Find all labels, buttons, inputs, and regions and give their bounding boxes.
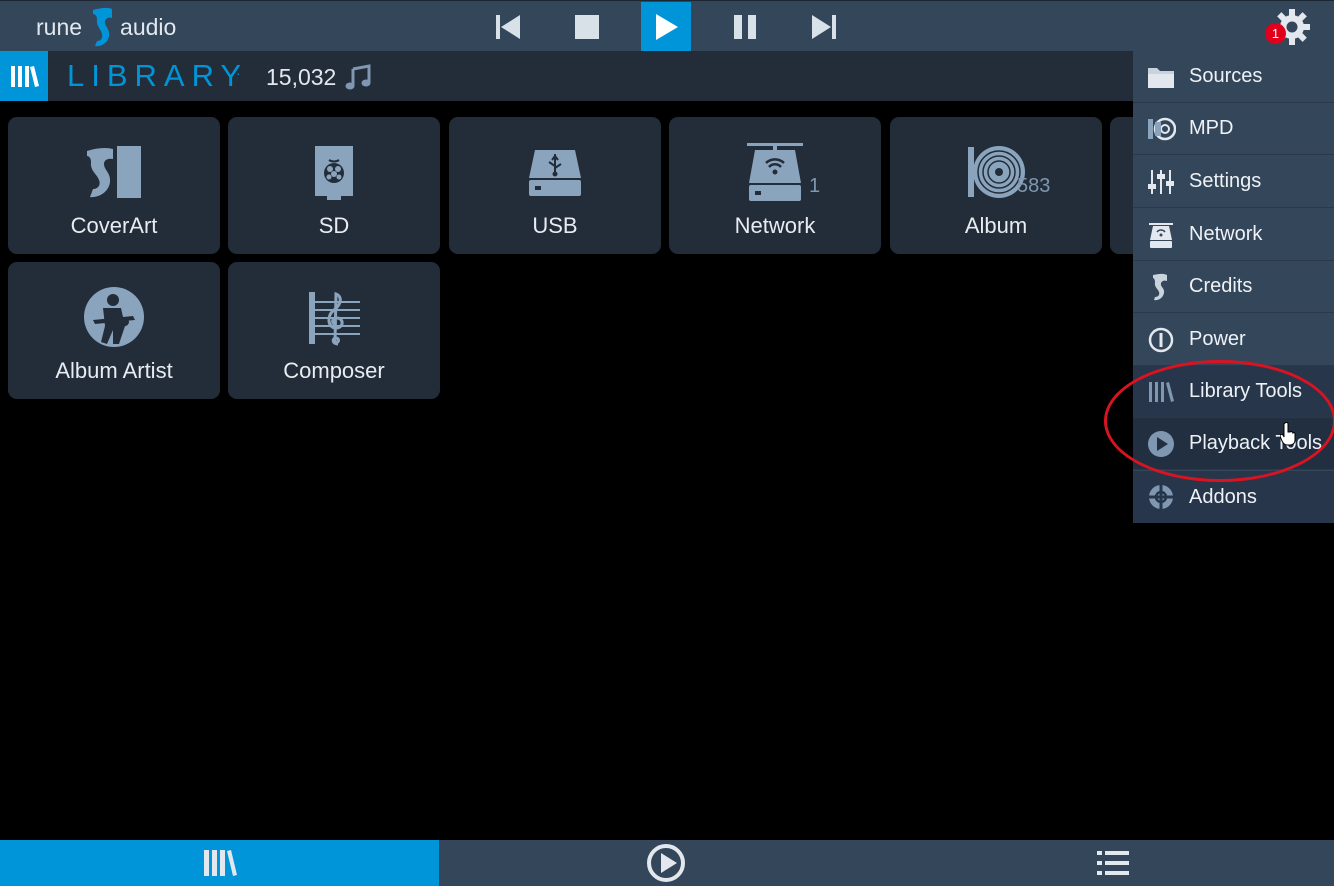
- play-circle-icon: [646, 844, 685, 882]
- library-song-count: 15,032: [266, 63, 372, 91]
- logo-text-rune: rune: [36, 13, 83, 40]
- next-icon: [812, 15, 836, 39]
- addons-icon: [1149, 485, 1173, 509]
- tab-library[interactable]: [0, 840, 439, 886]
- composer-icon: [309, 291, 360, 346]
- network-icon: [1149, 222, 1173, 248]
- tile-composer[interactable]: Composer: [228, 262, 440, 399]
- menu-item-label: MPD: [1189, 117, 1234, 139]
- menu-item-network[interactable]: Network: [1133, 209, 1334, 261]
- tile-label: Album: [964, 213, 1028, 238]
- folder-icon: [1148, 67, 1174, 88]
- tile-album[interactable]: 583 Album: [890, 117, 1102, 254]
- previous-icon: [496, 15, 520, 39]
- stop-icon: [575, 15, 599, 39]
- transport-controls: [483, 2, 878, 52]
- tile-album-artist[interactable]: Album Artist: [8, 262, 220, 399]
- tile-label: Album Artist: [55, 358, 173, 383]
- library-title-dot: ·: [236, 65, 241, 81]
- menu-item-label: Network: [1189, 223, 1263, 245]
- tile-label: SD: [318, 213, 350, 238]
- menu-item-label: Credits: [1189, 275, 1253, 297]
- tile-sd[interactable]: SD: [228, 117, 440, 254]
- library-title: LIBRARY: [67, 58, 249, 93]
- tile-count: 583: [1017, 175, 1051, 197]
- menu-item-mpd[interactable]: MPD: [1133, 103, 1334, 155]
- album-artist-icon: [84, 287, 144, 347]
- tile-usb[interactable]: USB: [449, 117, 661, 254]
- rune-logo-icon: [90, 6, 114, 48]
- music-note-icon: [345, 64, 371, 90]
- tile-label: CoverArt: [70, 213, 158, 238]
- play-button[interactable]: [641, 2, 691, 52]
- pause-icon: [734, 15, 756, 39]
- pause-button[interactable]: [720, 2, 770, 52]
- menu-item-label: Sources: [1189, 65, 1263, 87]
- usb-drive-icon: [529, 150, 581, 196]
- tile-coverart[interactable]: CoverArt: [8, 117, 220, 254]
- song-count-value: 15,032: [266, 63, 337, 90]
- tab-playback[interactable]: [439, 840, 892, 886]
- rune-logo-icon: [1153, 273, 1167, 300]
- mpd-icon: [1148, 117, 1176, 140]
- annotation-highlight-ellipse: [1104, 360, 1334, 482]
- playlist-icon: [1097, 851, 1129, 875]
- bottom-bar: [0, 840, 1334, 886]
- menu-item-label: Addons: [1189, 485, 1257, 508]
- power-icon: [1148, 327, 1174, 352]
- coverart-icon: [87, 146, 141, 198]
- sliders-icon: [1148, 169, 1174, 194]
- stop-button[interactable]: [562, 2, 612, 52]
- next-button[interactable]: [799, 2, 849, 52]
- top-bar: rune audio 1: [0, 0, 1334, 52]
- menu-item-power[interactable]: Power: [1133, 314, 1334, 366]
- logo-text-audio: audio: [120, 13, 177, 40]
- hand-pointer-cursor-icon: [1280, 422, 1296, 446]
- menu-item-credits[interactable]: Credits: [1133, 261, 1334, 313]
- library-icon: [203, 850, 237, 876]
- menu-item-settings[interactable]: Settings: [1133, 156, 1334, 208]
- play-icon: [656, 14, 678, 40]
- menu-item-label: Settings: [1189, 170, 1262, 192]
- tab-playlist[interactable]: [892, 840, 1334, 886]
- previous-button[interactable]: [483, 2, 533, 52]
- tile-label: Network: [734, 213, 816, 238]
- sd-card-icon: [315, 146, 353, 200]
- tile-label: Composer: [283, 358, 385, 383]
- network-drive-icon: [747, 143, 803, 201]
- tile-label: USB: [532, 213, 578, 238]
- tile-count: 1: [809, 175, 821, 197]
- library-icon: [11, 66, 39, 87]
- menu-item-label: Power: [1189, 328, 1246, 350]
- library-home-button[interactable]: [0, 51, 48, 101]
- app-logo[interactable]: rune audio: [36, 5, 176, 49]
- tile-network[interactable]: 1 Network: [669, 117, 881, 254]
- menu-item-sources[interactable]: Sources: [1133, 51, 1334, 103]
- notification-badge: 1: [1265, 23, 1286, 44]
